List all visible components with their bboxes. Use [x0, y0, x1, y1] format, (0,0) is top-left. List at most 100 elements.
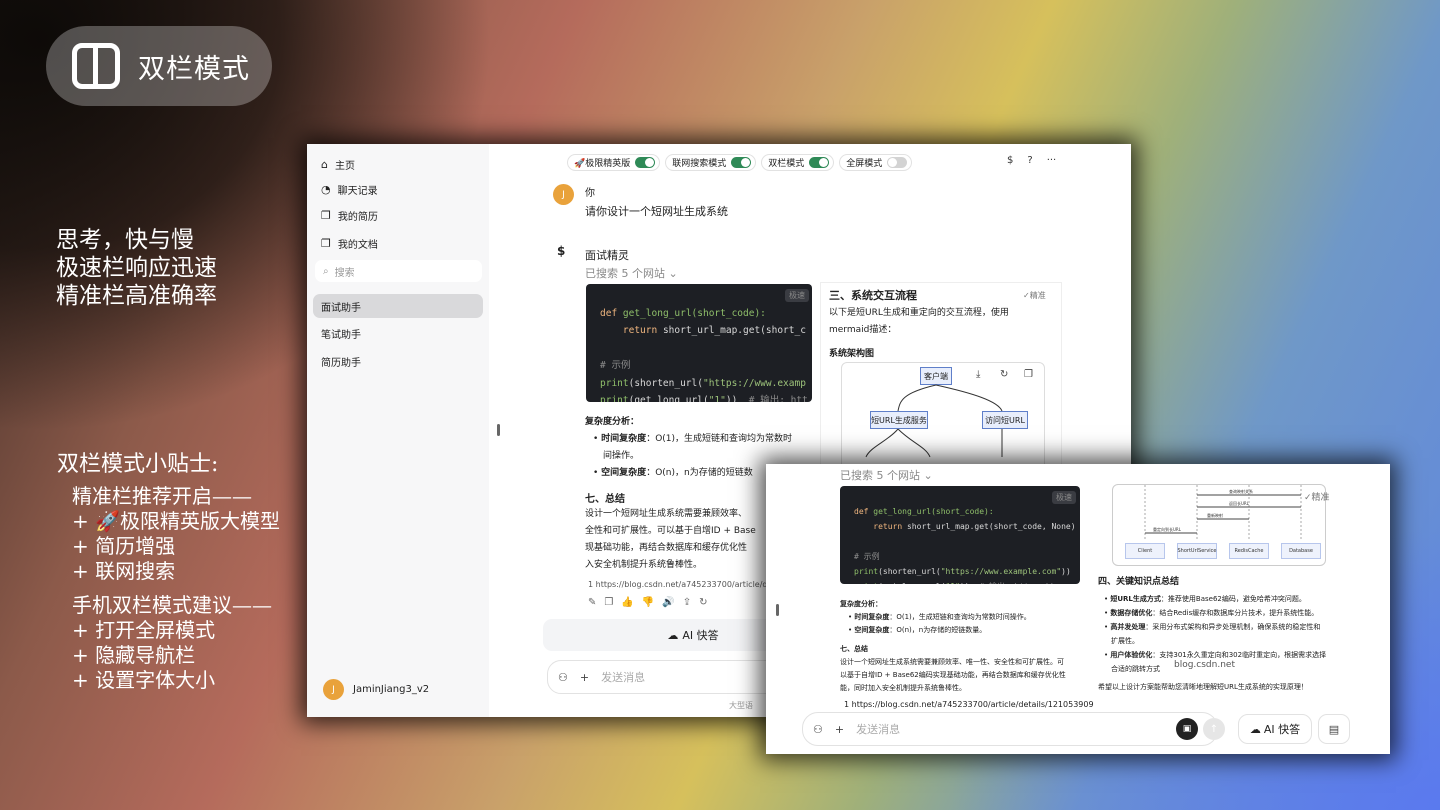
sequence-actor: RedisCache — [1229, 543, 1269, 559]
sidebar-item-interview[interactable]: 面试助手 — [313, 294, 483, 318]
user-profile[interactable]: J JaminJiang3_v2 — [323, 679, 429, 700]
space-text: ：O(n)，n为存储的短链数 — [646, 468, 753, 478]
switch-off-icon[interactable] — [887, 157, 908, 168]
summary-line: 能，同时加入安全机制提升系统鲁棒性。 — [840, 684, 966, 692]
time-label: 时间复杂度 — [854, 613, 890, 621]
knowledge-item: • 短URL生成方式：推荐使用Base62编码，避免哈希冲突问题。 — [1104, 595, 1306, 603]
share-icon[interactable]: ⇪ — [683, 597, 691, 608]
switch-on-icon[interactable] — [809, 157, 830, 168]
summary-title: 七、总结 — [585, 494, 625, 505]
search-input[interactable]: ⌕ 搜索 — [315, 260, 482, 282]
sidebar-item-history[interactable]: ◔ 聊天记录 — [321, 182, 378, 197]
fast-badge: 极速 — [785, 289, 809, 302]
tip-line: 精准栏推荐开启—— — [72, 484, 252, 508]
speaker-icon[interactable]: 🔊 — [662, 597, 674, 608]
toggle-label: 全屏模式 — [846, 159, 883, 169]
switch-on-icon[interactable] — [635, 157, 656, 168]
sidebar-item-written[interactable]: 笔试助手 — [313, 321, 483, 345]
chat-icon: ◔ — [321, 183, 331, 196]
searched-sites-toggle[interactable]: 已搜索 5 个网站 ⌄ — [840, 467, 933, 483]
sidebar-item-home[interactable]: ⌂ 主页 — [321, 157, 355, 172]
search-placeholder: 搜索 — [334, 267, 355, 279]
switch-on-icon[interactable] — [731, 157, 752, 168]
sidebar-item-label: 笔试助手 — [321, 329, 361, 341]
toggle-two-column[interactable]: 双栏模式 — [761, 154, 835, 171]
chevron-down-icon: ⌄ — [668, 267, 678, 280]
code-line: return short_url_map.get(short_code, Non… — [873, 522, 1076, 531]
thumbs-down-icon[interactable]: 👎 — [642, 597, 654, 608]
logo-icon[interactable]: $ — [1007, 155, 1013, 166]
code-line: # 示例 — [600, 360, 631, 371]
avatar: J — [323, 679, 344, 700]
toolbox-icon[interactable]: ▤ — [1318, 714, 1350, 744]
architecture-diagram: 客户端 ⤓ ↻ ❐ 短URL生成服务 访问短URL — [841, 362, 1045, 478]
refresh-icon[interactable]: ↻ — [699, 597, 707, 608]
home-icon: ⌂ — [321, 158, 328, 171]
toggle-web-search[interactable]: 联网搜索模式 — [665, 154, 757, 171]
complexity-title: 复杂度分析： — [585, 417, 640, 427]
sidebar: ⌂ 主页 ◔ 聊天记录 ❐ 我的简历 ❐ 我的文档 ⌕ 搜索 面试助手 笔试助手… — [307, 144, 489, 717]
searched-label: 已搜索 5 个网站 — [585, 267, 665, 280]
summary-line: 设计一个短网址生成系统需要兼顾效率、唯一性、安全性和可扩展性。可 — [840, 658, 1064, 666]
tips-list: 精准栏推荐开启—— + 🚀极限精英版大模型 + 简历增强 + 联网搜索 手机双栏… — [72, 484, 280, 693]
message-input[interactable]: ⚇ + 发送消息 — [802, 712, 1218, 746]
copy-icon[interactable]: ❐ — [604, 597, 613, 608]
toggle-label: 双栏模式 — [768, 159, 805, 169]
cloud-icon: ☁ — [1249, 722, 1261, 736]
edit-icon[interactable]: ✎ — [588, 597, 596, 608]
send-arrow-icon[interactable]: ↑ — [1203, 718, 1225, 740]
fast-badge: 极速 — [1052, 491, 1076, 504]
searched-sites-toggle[interactable]: 已搜索 5 个网站 ⌄ — [585, 265, 678, 281]
reference-link[interactable]: 1 https://blog.csdn.net/a745233700/artic… — [844, 698, 1094, 711]
time-text-cont: 间操作。 — [603, 451, 640, 461]
sequence-message: 重新映射 — [1207, 513, 1223, 518]
knowledge-label: 数据存储优化 — [1110, 609, 1153, 617]
tip-line: + 简历增强 — [72, 534, 176, 558]
knowledge-text: ：结合Redis缓存和数据库分片技术，提升系统性能。 — [1152, 609, 1319, 617]
ai-quick-label: AI 快答 — [682, 629, 719, 642]
help-icon[interactable]: ? — [1027, 155, 1032, 166]
precise-badge: ✓精准 — [1304, 493, 1330, 503]
sidebar-item-resume[interactable]: ❐ 我的简历 — [321, 208, 378, 223]
toggle-fullscreen[interactable]: 全屏模式 — [839, 154, 913, 171]
monitor-icon[interactable]: ▣ — [1176, 718, 1198, 740]
right-desc-line: 以下是短URL生成和重定向的交互流程，使用 — [829, 308, 1009, 318]
reference-link[interactable]: 1 https://blog.csdn.net/a745233700/artic… — [588, 580, 772, 589]
knowledge-text: ：采用分布式架构和异步处理机制，确保系统的稳定性和 — [1145, 623, 1321, 631]
tip-line: + 打开全屏模式 — [72, 618, 216, 642]
sidebar-item-label: 聊天记录 — [337, 186, 378, 197]
link-tooltip: blog.csdn.net — [1170, 660, 1239, 670]
precise-label: 精准 — [1029, 291, 1046, 300]
user-settings-icon[interactable]: ⚇ — [813, 723, 823, 736]
right-title: 三、系统交互流程 — [829, 289, 917, 302]
diagram-node: 短URL生成服务 — [870, 411, 928, 429]
sequence-actor: Database — [1281, 543, 1321, 559]
tip-line: + 隐藏导航栏 — [72, 643, 196, 667]
toggle-elite[interactable]: 🚀极限精英版 — [567, 154, 661, 171]
sidebar-item-label: 简历助手 — [321, 357, 361, 369]
knowledge-text: ：推荐使用Base62编码，避免哈希冲突问题。 — [1160, 595, 1306, 603]
complexity-title: 复杂度分析： — [840, 600, 882, 608]
ai-quick-button[interactable]: ☁ AI 快答 — [1238, 714, 1312, 744]
think-line: 精准栏高准确率 — [56, 283, 217, 309]
document-icon: ❐ — [321, 209, 331, 222]
summary-title: 七、总结 — [840, 645, 868, 653]
sidebar-item-resume-assist[interactable]: 简历助手 — [313, 349, 483, 373]
tip-line: + 设置字体大小 — [72, 668, 216, 692]
right-title: 四、关键知识点总结 — [1098, 577, 1180, 587]
space-text: ：O(n)，n为存储的短链数量。 — [889, 626, 987, 634]
plus-icon[interactable]: + — [835, 723, 844, 736]
sidebar-item-label: 我的简历 — [337, 212, 378, 223]
code-line: def get_long_url(short_code): — [600, 307, 766, 319]
user-settings-icon[interactable]: ⚇ — [558, 671, 568, 684]
plus-icon[interactable]: + — [580, 671, 589, 684]
sidebar-item-label: 主页 — [334, 161, 355, 172]
column-resize-handle[interactable] — [776, 604, 779, 616]
code-line: # 示例 — [854, 552, 880, 561]
thumbs-up-icon[interactable]: 👍 — [621, 597, 633, 608]
column-resize-handle[interactable] — [497, 424, 500, 436]
precise-label: 精准 — [1311, 493, 1330, 503]
more-icon[interactable]: ··· — [1047, 155, 1057, 166]
think-line: 思考，快与慢 — [56, 227, 194, 253]
sidebar-item-docs[interactable]: ❐ 我的文档 — [321, 236, 378, 251]
